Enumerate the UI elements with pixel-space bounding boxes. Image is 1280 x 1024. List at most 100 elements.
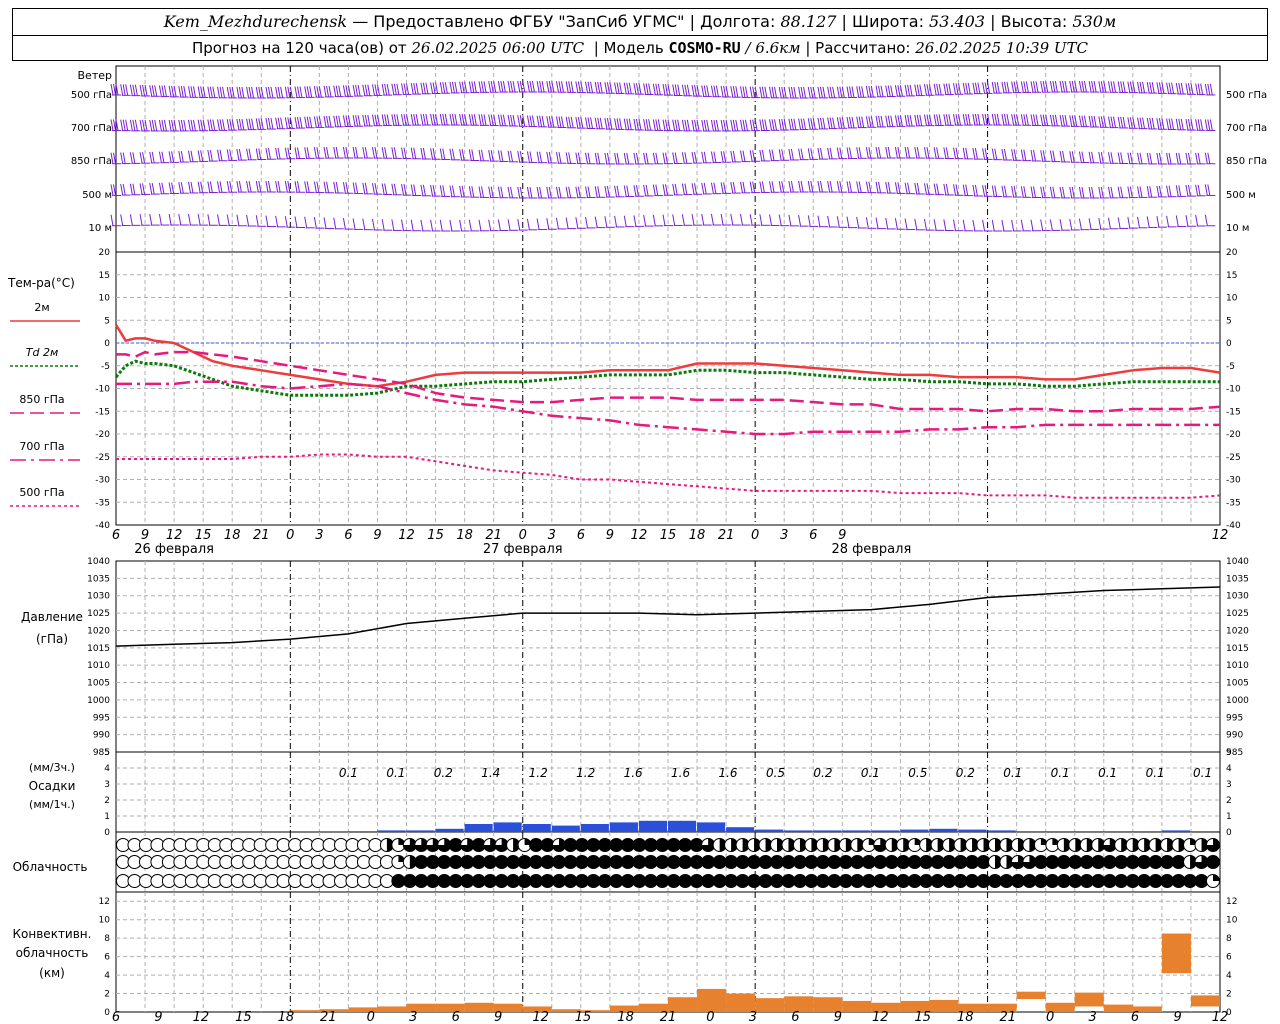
precip-bar — [348, 831, 377, 832]
wind-barb-feather — [829, 117, 833, 129]
wind-barb-feather — [1020, 149, 1024, 161]
precip-amount-label: 1.6 — [624, 766, 643, 780]
wind-barb-feather — [655, 184, 659, 196]
wind-barb-feather — [897, 85, 901, 97]
wind-barb-feather — [444, 82, 448, 94]
wind-barb-feather — [614, 152, 618, 165]
wind-barb-feather — [1204, 214, 1208, 226]
wind-barb-feather — [839, 181, 843, 193]
wind-barb — [827, 86, 838, 99]
wind-barb — [1146, 216, 1158, 228]
wind-barb-feather — [590, 81, 594, 93]
wind-barb-feather — [420, 113, 424, 126]
hour-tick-label: 9 — [373, 528, 381, 543]
precip-bar — [726, 827, 755, 832]
wind-barb-feather — [769, 119, 773, 131]
wind-barb-feather — [665, 184, 668, 196]
wind-barb-feather — [781, 181, 785, 193]
wind-barb — [439, 113, 451, 126]
wind-barb-feather — [655, 152, 659, 164]
wind-barb — [1175, 185, 1187, 197]
wind-barb-feather — [829, 86, 833, 98]
wind-barb-feather — [1023, 114, 1027, 126]
wind-barb-feather — [614, 82, 618, 94]
wind-barb-feather — [526, 80, 530, 93]
wind-barb — [681, 119, 693, 132]
wind-barb — [265, 148, 276, 160]
wind-barb — [1107, 186, 1119, 199]
wind-barb — [1088, 218, 1100, 230]
wind-barb-feather — [187, 181, 191, 194]
wind-barb-feather — [878, 85, 882, 97]
wind-barb — [1059, 80, 1071, 93]
wind-barb-feather — [735, 86, 739, 98]
wind-barb-feather — [810, 118, 814, 130]
wind-barb-feather — [539, 80, 543, 93]
wind-barb-feather — [904, 115, 908, 127]
wind-barb-feather — [517, 80, 521, 93]
wind-barb-feather — [565, 186, 569, 198]
wind-barb — [1020, 219, 1032, 232]
hour-tick-label: 21 — [485, 528, 502, 543]
wind-barb-feather — [442, 113, 446, 126]
wind-barb-feather — [614, 118, 618, 130]
wind-barb-feather — [1127, 81, 1131, 93]
wind-barb — [120, 119, 131, 132]
wind-barb-feather — [297, 86, 300, 98]
wind-barb-feather — [284, 117, 288, 129]
wind-barb-feather — [306, 181, 310, 193]
wind-barb-feather — [459, 219, 463, 232]
wind-barb — [856, 86, 867, 98]
wind-barb-feather — [807, 118, 811, 130]
wind-barb-feather — [209, 181, 213, 193]
wind-barb-feather — [326, 181, 330, 193]
wind-barb-feather — [645, 152, 649, 164]
wind-barb-feather — [306, 86, 310, 98]
wind-barb-feather — [800, 180, 804, 193]
wind-barb-feather — [875, 146, 879, 159]
wind-barb-feather — [1197, 119, 1201, 131]
wind-barb — [672, 152, 683, 164]
wind-barb-feather — [916, 146, 920, 159]
wind-barb-feather — [1207, 184, 1211, 196]
precip-bar — [755, 829, 784, 832]
wind-barb — [798, 118, 809, 131]
wind-barb — [246, 148, 257, 161]
wind-barb-feather — [229, 149, 233, 161]
wind-barb — [536, 186, 548, 199]
wind-barb — [885, 182, 896, 194]
wind-barb — [362, 146, 373, 159]
hour-tick-label: 3 — [315, 528, 323, 543]
wind-barb-feather — [1107, 116, 1111, 128]
wind-barb — [701, 119, 712, 132]
wind-barb-feather — [267, 117, 271, 130]
wind-barb — [1137, 186, 1148, 198]
wind-barb-feather — [739, 86, 743, 98]
precip-bar — [813, 830, 842, 832]
wind-barb-feather — [478, 219, 482, 231]
wind-barb-feather — [1093, 80, 1097, 93]
wind-barb-feather — [468, 219, 472, 231]
wind-barb — [1146, 82, 1158, 94]
wind-barb-feather — [430, 113, 434, 126]
wind-barb-feather — [674, 183, 678, 196]
wind-barb-feather — [914, 218, 918, 230]
wind-barb-feather — [1081, 151, 1085, 163]
y-tick-label-right: -25 — [1226, 453, 1241, 463]
convective-bar — [1190, 995, 1220, 1007]
wind-barb — [207, 86, 218, 99]
y-tick-label-right: 1005 — [1226, 679, 1249, 689]
wind-barb-feather — [541, 115, 545, 127]
wind-barb-feather — [304, 86, 308, 98]
wind-barb-feather — [936, 114, 940, 126]
wind-barb-feather — [1117, 186, 1121, 198]
wind-barb — [1078, 80, 1090, 93]
wind-barb-feather — [907, 182, 911, 194]
wind-barb-feather — [555, 217, 559, 230]
wind-barb-feather — [284, 147, 288, 159]
convective-axis-label-1: Конвективн. — [13, 927, 92, 941]
y-tick-label-right: 4 — [1226, 764, 1232, 774]
wind-barb-feather — [1120, 152, 1124, 164]
wind-barb-feather — [219, 119, 223, 131]
wind-barb-feather — [1151, 117, 1155, 130]
